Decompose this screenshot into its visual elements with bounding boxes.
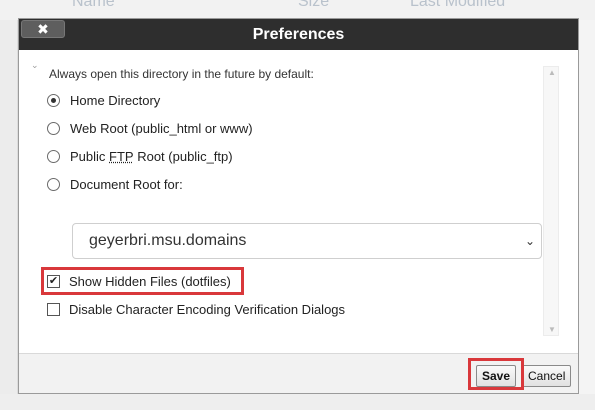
radio-home-directory[interactable]: Home Directory bbox=[47, 91, 160, 109]
radio-button[interactable] bbox=[47, 177, 60, 191]
radio-document-root[interactable]: Document Root for: bbox=[47, 175, 183, 193]
background-sidebar bbox=[0, 20, 18, 410]
scroll-up-arrow-icon[interactable]: ▲ bbox=[548, 68, 556, 77]
close-icon: ✖ bbox=[37, 20, 49, 37]
dialog-titlebar: Preferences ✖ bbox=[19, 19, 578, 50]
dialog-footer: Save Cancel bbox=[19, 353, 578, 393]
radio-label: Document Root for: bbox=[70, 176, 183, 192]
background-footer bbox=[0, 394, 595, 410]
chevron-down-icon: ⌄ bbox=[524, 234, 535, 248]
highlight-box bbox=[468, 358, 524, 390]
background-right-panel bbox=[579, 20, 595, 410]
column-header-last-modified: Last Modified bbox=[410, 0, 506, 10]
highlight-box bbox=[41, 267, 244, 295]
scroll-down-arrow-icon[interactable]: ▼ bbox=[548, 325, 556, 334]
default-directory-prompt: Always open this directory in the future… bbox=[49, 67, 314, 81]
dialog-body: ⌄ Always open this directory in the futu… bbox=[19, 50, 578, 353]
checkbox-label: Disable Character Encoding Verification … bbox=[69, 301, 346, 317]
radio-public-ftp-root[interactable]: Public FTP Root (public_ftp) bbox=[47, 147, 233, 165]
radio-label-ftp: FTP bbox=[109, 148, 134, 164]
file-list-header: Name Size Last Modified bbox=[0, 0, 595, 20]
radio-label: Home Directory bbox=[70, 92, 161, 108]
radio-button[interactable] bbox=[47, 121, 60, 135]
radio-web-root[interactable]: Web Root (public_html or www) bbox=[47, 119, 253, 137]
domain-select-value: geyerbri.msu.domains bbox=[89, 232, 247, 249]
chevron-up-icon: ⌄ bbox=[31, 60, 39, 70]
radio-label-suffix: Root (public_ftp) bbox=[133, 148, 233, 164]
dialog-scrollbar[interactable]: ▲ ▼ bbox=[543, 66, 559, 336]
checkbox-disable-encoding-dialogs[interactable]: Disable Character Encoding Verification … bbox=[47, 300, 345, 318]
close-button[interactable]: ✖ bbox=[21, 20, 65, 38]
cancel-button[interactable]: Cancel bbox=[522, 365, 572, 387]
radio-button[interactable] bbox=[47, 149, 60, 163]
radio-button[interactable] bbox=[47, 93, 60, 107]
radio-label: Web Root (public_html or www) bbox=[70, 120, 253, 136]
radio-label-prefix: Public bbox=[70, 148, 110, 164]
domain-select[interactable]: geyerbri.msu.domains ⌄ bbox=[72, 223, 542, 259]
preferences-dialog: Preferences ✖ ⌄ Always open this directo… bbox=[18, 18, 579, 394]
checkbox[interactable] bbox=[47, 302, 60, 316]
column-header-name: Name bbox=[72, 0, 115, 10]
column-header-size: Size bbox=[298, 0, 330, 10]
dialog-title: Preferences bbox=[252, 26, 345, 43]
